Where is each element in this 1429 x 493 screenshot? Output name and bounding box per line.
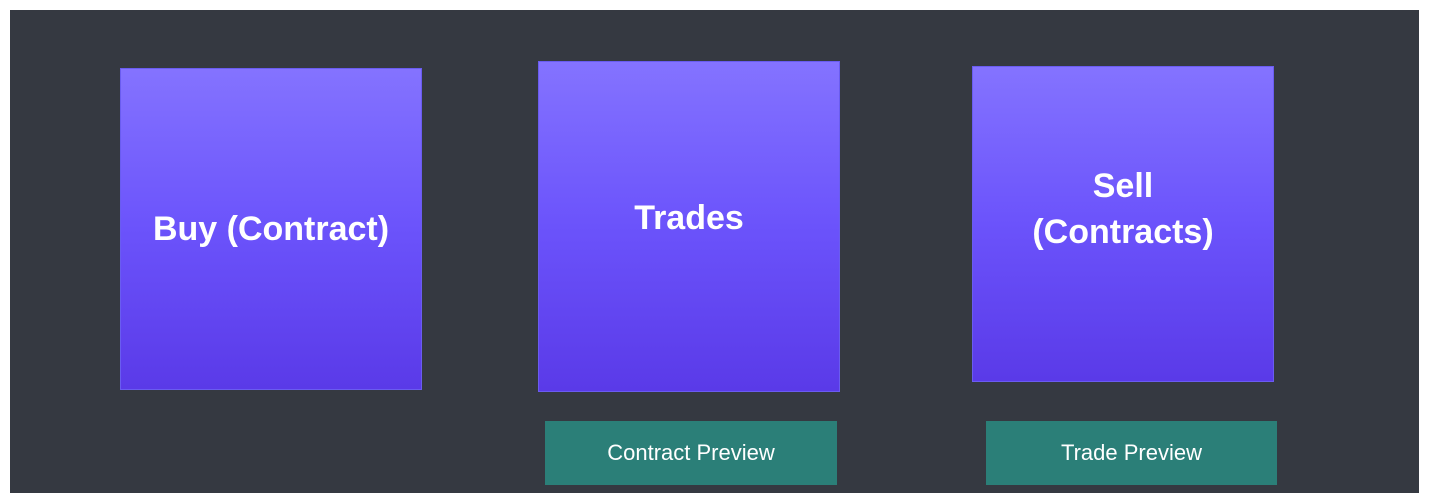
trades-label: Trades: [634, 198, 744, 237]
contract-preview-button[interactable]: Contract Preview: [545, 421, 837, 485]
contract-preview-label: Contract Preview: [607, 440, 775, 465]
sell-contracts-label: Sell (Contracts): [1032, 167, 1214, 251]
trade-preview-button[interactable]: Trade Preview: [986, 421, 1277, 485]
buy-contract-label: Buy (Contract): [152, 210, 390, 248]
buy-contract-card[interactable]: Buy (Contract): [120, 68, 422, 390]
sell-contracts-card[interactable]: Sell (Contracts): [972, 66, 1274, 382]
diagram-canvas: Buy (Contract) Trades Sell (Contracts) C…: [10, 10, 1419, 493]
trade-preview-label: Trade Preview: [1060, 440, 1202, 465]
trades-card[interactable]: Trades: [538, 61, 840, 392]
